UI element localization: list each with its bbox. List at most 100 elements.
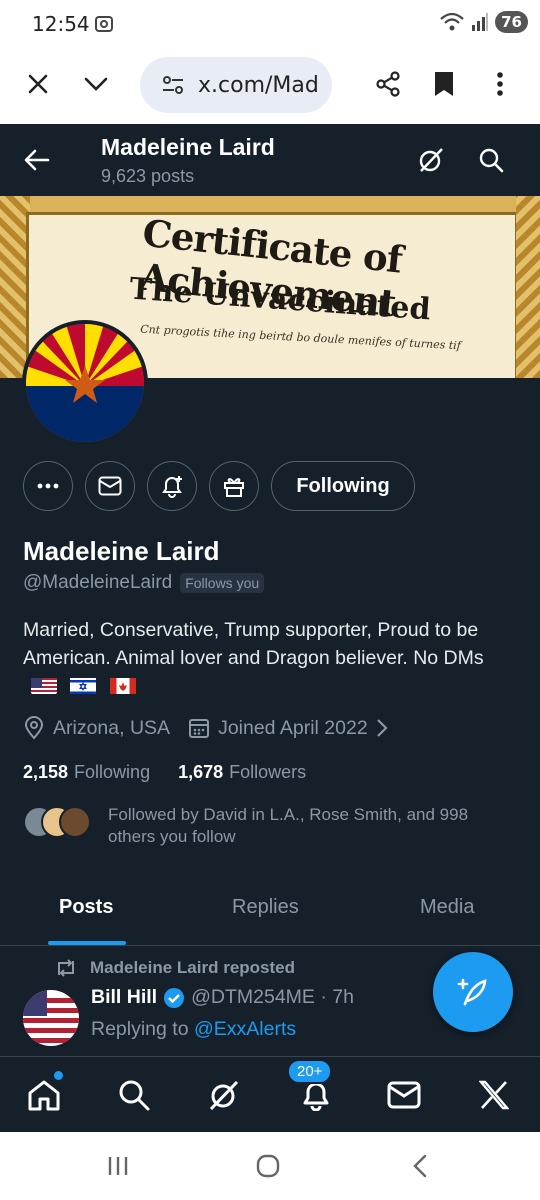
follow-counts: 2,158 Following 1,678 Followers: [23, 762, 334, 783]
share-icon: [376, 71, 400, 97]
close-tab-button[interactable]: [18, 64, 58, 104]
followers-label: Followers: [229, 762, 307, 782]
more-button[interactable]: [23, 461, 73, 511]
replying-to-link[interactable]: @ExxAlerts: [194, 1018, 296, 1040]
back-button[interactable]: [17, 140, 57, 180]
bookmark-icon: [435, 72, 453, 96]
israel-flag-icon: [70, 676, 97, 694]
back-system-button[interactable]: [400, 1152, 440, 1180]
following-button[interactable]: Following: [271, 461, 415, 511]
arizona-flag-avatar: [26, 324, 144, 442]
follows-you-badge: Follows you: [180, 573, 265, 593]
location-text: Arizona, USA: [53, 716, 171, 739]
grok-button[interactable]: [411, 140, 451, 180]
notifications-badge: 20+: [287, 1059, 333, 1084]
calendar-icon: [189, 719, 210, 738]
repost-label: Madeleine Laird reposted: [90, 958, 295, 977]
nav-home[interactable]: [24, 1075, 64, 1115]
bottom-navigation: 20+: [0, 1056, 540, 1132]
joined-item[interactable]: Joined April 2022: [188, 717, 388, 740]
header-name: Madeleine Laird: [101, 134, 275, 160]
grok-icon: [209, 1080, 239, 1111]
more-horiz-icon: [37, 483, 59, 489]
url-bar[interactable]: x.com/Mad: [140, 57, 332, 113]
location-item: Arizona, USA: [23, 716, 170, 740]
home-circle-icon: [256, 1154, 280, 1178]
status-bar: 12:54 76: [0, 0, 540, 48]
wifi-icon: [440, 12, 464, 31]
nav-x-premium[interactable]: [474, 1075, 514, 1115]
bookmark-button[interactable]: [424, 64, 464, 104]
back-arrow-icon: [24, 149, 50, 171]
battery-indicator: 76: [495, 11, 528, 33]
followers-count: 1,678: [178, 762, 224, 782]
envelope-icon: [387, 1081, 421, 1109]
nav-messages[interactable]: [384, 1075, 424, 1115]
following-label: Following: [74, 762, 151, 782]
recents-icon: [108, 1157, 128, 1175]
grok-icon: [419, 148, 443, 172]
more-vert-icon: [497, 72, 503, 96]
post-header: Bill Hill @DTM254ME · 7h: [91, 986, 354, 1009]
followers-link[interactable]: 1,678 Followers: [178, 762, 306, 783]
close-icon: [28, 74, 48, 94]
location-pin-icon: [24, 716, 44, 740]
back-chevron-icon: [413, 1154, 427, 1178]
post-author-name[interactable]: Bill Hill: [91, 986, 157, 1009]
post-replying-to: Replying to @ExxAlerts: [91, 1018, 296, 1041]
canada-flag-icon: [109, 676, 136, 694]
tab-replies[interactable]: Replies: [232, 896, 299, 919]
tab-posts[interactable]: Posts: [59, 896, 113, 919]
us-flag-avatar: [23, 990, 79, 1046]
share-button[interactable]: [368, 64, 408, 104]
nav-grok[interactable]: [204, 1075, 244, 1115]
site-settings-icon[interactable]: [160, 72, 186, 98]
search-icon: [479, 148, 504, 173]
replying-prefix: Replying to: [91, 1018, 194, 1040]
x-logo-icon: [479, 1080, 509, 1110]
x-app: Certificate of Achievement The Unvaccina…: [0, 124, 540, 1132]
nav-explore[interactable]: [114, 1075, 154, 1115]
mutual-avatars: [23, 806, 93, 838]
profile-avatar[interactable]: [22, 320, 148, 446]
more-options-button[interactable]: [480, 64, 520, 104]
active-tab-indicator: [48, 941, 126, 945]
gift-icon: [224, 478, 244, 497]
bio-text: Married, Conservative, Trump supporter, …: [23, 619, 484, 669]
gift-button[interactable]: [209, 461, 259, 511]
envelope-icon: [98, 476, 122, 496]
profile-handle: @MadeleineLaird: [23, 572, 173, 593]
compose-feather-icon: [457, 978, 487, 1006]
search-icon: [119, 1080, 150, 1111]
profile-meta: Arizona, USA Joined April 2022: [23, 716, 406, 740]
home-system-button[interactable]: [248, 1152, 288, 1180]
message-button[interactable]: [85, 461, 135, 511]
following-link[interactable]: 2,158 Following: [23, 762, 150, 783]
us-flag-icon: [31, 676, 57, 694]
joined-text: Joined April 2022: [218, 716, 368, 739]
verified-badge-icon: [164, 987, 185, 1008]
screenshot-notification-icon: [95, 16, 113, 32]
followed-by[interactable]: Followed by David in L.A., Rose Smith, a…: [23, 802, 523, 852]
handle-row: @MadeleineLaird Follows you: [23, 572, 265, 594]
chevron-down-icon: [84, 77, 108, 91]
recent-apps-button[interactable]: [98, 1152, 138, 1180]
url-text: x.com/Mad: [198, 72, 319, 98]
system-navigation: [0, 1132, 540, 1200]
post-handle-time: @DTM254ME · 7h: [191, 986, 354, 1008]
notify-button[interactable]: [147, 461, 197, 511]
search-button[interactable]: [471, 140, 511, 180]
status-indicators: 76: [439, 11, 528, 33]
repost-icon: [58, 959, 74, 977]
followed-by-text: Followed by David in L.A., Rose Smith, a…: [108, 805, 469, 846]
post-author-avatar[interactable]: [23, 990, 79, 1046]
tab-media[interactable]: Media: [420, 896, 474, 919]
mutual-avatar: [59, 806, 91, 838]
home-unread-dot: [54, 1071, 63, 1080]
compose-post-button[interactable]: [433, 952, 513, 1032]
profile-name: Madeleine Laird: [23, 536, 220, 566]
header-post-count: 9,623 posts: [101, 166, 195, 186]
minimize-button[interactable]: [76, 64, 116, 104]
status-time: 12:54: [32, 12, 90, 36]
profile-bio: Married, Conservative, Trump supporter, …: [23, 616, 518, 700]
